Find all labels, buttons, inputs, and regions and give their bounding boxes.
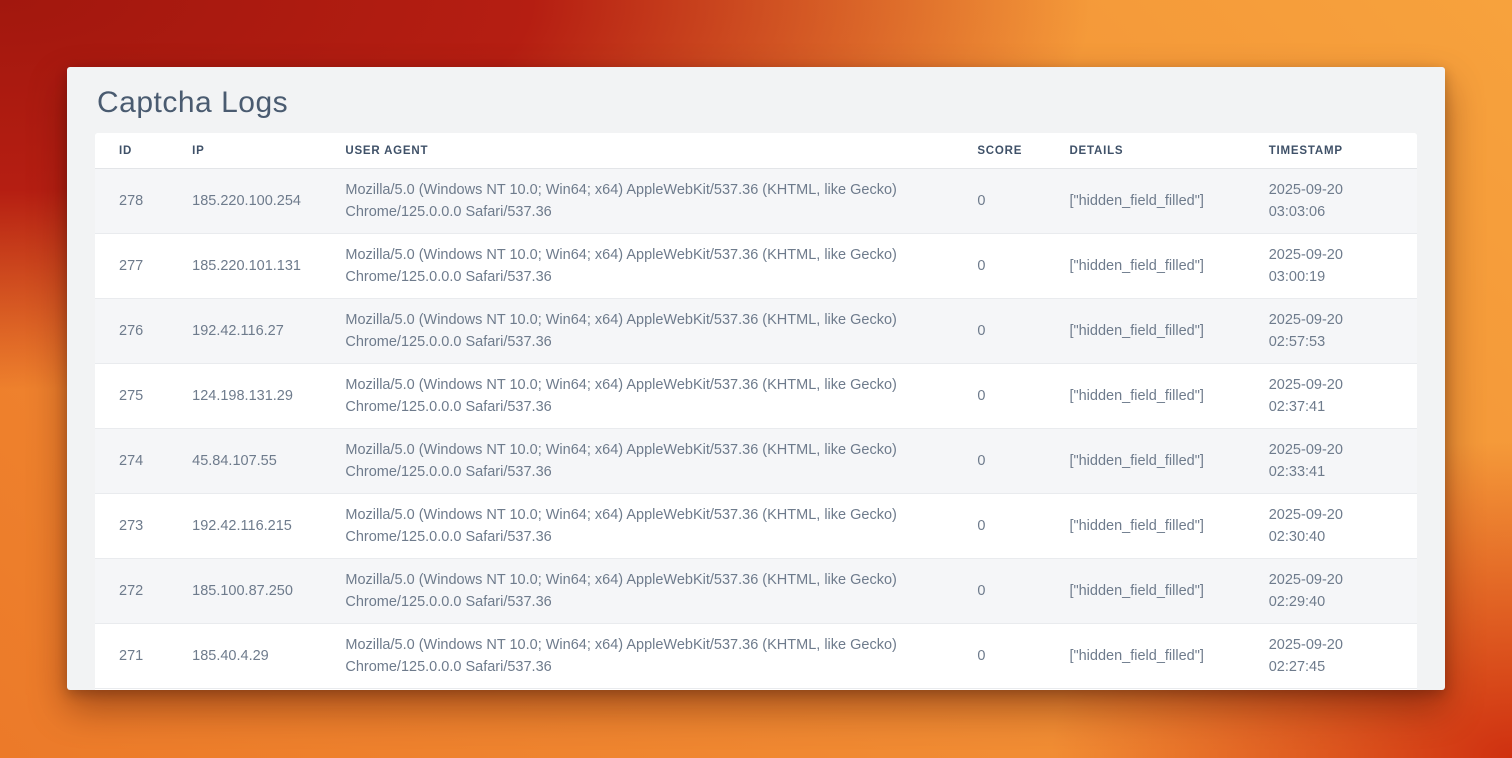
cell-user-agent: Mozilla/5.0 (Windows NT 10.0; Win64; x64… (345, 494, 977, 559)
table-row: 271 185.40.4.29 Mozilla/5.0 (Windows NT … (95, 624, 1417, 689)
logs-table-container: ID IP USER AGENT SCORE DETAILS TIMESTAMP… (95, 133, 1417, 690)
cell-timestamp: 2025-09-20 03:03:06 (1269, 169, 1417, 234)
cell-timestamp: 2025-09-20 02:29:40 (1269, 559, 1417, 624)
column-header-timestamp: TIMESTAMP (1269, 133, 1417, 169)
cell-ip: 185.40.4.29 (192, 624, 345, 689)
cell-details: ["hidden_field_filled"] (1069, 624, 1268, 689)
cell-id: 272 (95, 559, 192, 624)
cell-id: 275 (95, 364, 192, 429)
cell-ip: 185.220.101.131 (192, 234, 345, 299)
cell-user-agent: Mozilla/5.0 (Windows NT 10.0; Win64; x64… (345, 234, 977, 299)
table-row: 275 124.198.131.29 Mozilla/5.0 (Windows … (95, 364, 1417, 429)
column-header-user-agent: USER AGENT (345, 133, 977, 169)
cell-id: 277 (95, 234, 192, 299)
cell-user-agent: Mozilla/5.0 (Windows NT 10.0; Win64; x64… (345, 169, 977, 234)
table-row: 272 185.100.87.250 Mozilla/5.0 (Windows … (95, 559, 1417, 624)
cell-timestamp: 2025-09-20 02:33:41 (1269, 429, 1417, 494)
cell-timestamp: 2025-09-20 02:37:41 (1269, 364, 1417, 429)
cell-details: ["hidden_field_filled"] (1069, 169, 1268, 234)
page-title: Captcha Logs (67, 67, 1445, 133)
cell-id: 274 (95, 429, 192, 494)
table-row: 277 185.220.101.131 Mozilla/5.0 (Windows… (95, 234, 1417, 299)
cell-user-agent: Mozilla/5.0 (Windows NT 10.0; Win64; x64… (345, 429, 977, 494)
cell-id: 273 (95, 494, 192, 559)
column-header-details: DETAILS (1069, 133, 1268, 169)
cell-timestamp: 2025-09-20 02:57:53 (1269, 299, 1417, 364)
logs-table: ID IP USER AGENT SCORE DETAILS TIMESTAMP… (95, 133, 1417, 689)
cell-id: 278 (95, 169, 192, 234)
cell-score: 0 (977, 234, 1069, 299)
logs-table-body: 278 185.220.100.254 Mozilla/5.0 (Windows… (95, 169, 1417, 689)
cell-details: ["hidden_field_filled"] (1069, 429, 1268, 494)
table-row: 276 192.42.116.27 Mozilla/5.0 (Windows N… (95, 299, 1417, 364)
cell-ip: 192.42.116.215 (192, 494, 345, 559)
cell-score: 0 (977, 559, 1069, 624)
column-header-ip: IP (192, 133, 345, 169)
captcha-logs-card: Captcha Logs ID IP USER AGENT SCORE DETA… (67, 67, 1445, 690)
cell-ip: 185.100.87.250 (192, 559, 345, 624)
logs-table-header: ID IP USER AGENT SCORE DETAILS TIMESTAMP (95, 133, 1417, 169)
cell-score: 0 (977, 169, 1069, 234)
cell-user-agent: Mozilla/5.0 (Windows NT 10.0; Win64; x64… (345, 559, 977, 624)
cell-timestamp: 2025-09-20 02:30:40 (1269, 494, 1417, 559)
table-row: 278 185.220.100.254 Mozilla/5.0 (Windows… (95, 169, 1417, 234)
cell-user-agent: Mozilla/5.0 (Windows NT 10.0; Win64; x64… (345, 624, 977, 689)
table-row: 273 192.42.116.215 Mozilla/5.0 (Windows … (95, 494, 1417, 559)
cell-score: 0 (977, 429, 1069, 494)
column-header-score: SCORE (977, 133, 1069, 169)
cell-score: 0 (977, 364, 1069, 429)
table-row: 274 45.84.107.55 Mozilla/5.0 (Windows NT… (95, 429, 1417, 494)
cell-score: 0 (977, 624, 1069, 689)
cell-details: ["hidden_field_filled"] (1069, 364, 1268, 429)
cell-details: ["hidden_field_filled"] (1069, 559, 1268, 624)
cell-ip: 124.198.131.29 (192, 364, 345, 429)
column-header-id: ID (95, 133, 192, 169)
cell-timestamp: 2025-09-20 03:00:19 (1269, 234, 1417, 299)
cell-id: 276 (95, 299, 192, 364)
cell-details: ["hidden_field_filled"] (1069, 234, 1268, 299)
cell-details: ["hidden_field_filled"] (1069, 299, 1268, 364)
cell-user-agent: Mozilla/5.0 (Windows NT 10.0; Win64; x64… (345, 299, 977, 364)
cell-ip: 185.220.100.254 (192, 169, 345, 234)
cell-score: 0 (977, 494, 1069, 559)
cell-ip: 45.84.107.55 (192, 429, 345, 494)
cell-timestamp: 2025-09-20 02:27:45 (1269, 624, 1417, 689)
cell-user-agent: Mozilla/5.0 (Windows NT 10.0; Win64; x64… (345, 364, 977, 429)
cell-score: 0 (977, 299, 1069, 364)
cell-id: 271 (95, 624, 192, 689)
cell-details: ["hidden_field_filled"] (1069, 494, 1268, 559)
cell-ip: 192.42.116.27 (192, 299, 345, 364)
